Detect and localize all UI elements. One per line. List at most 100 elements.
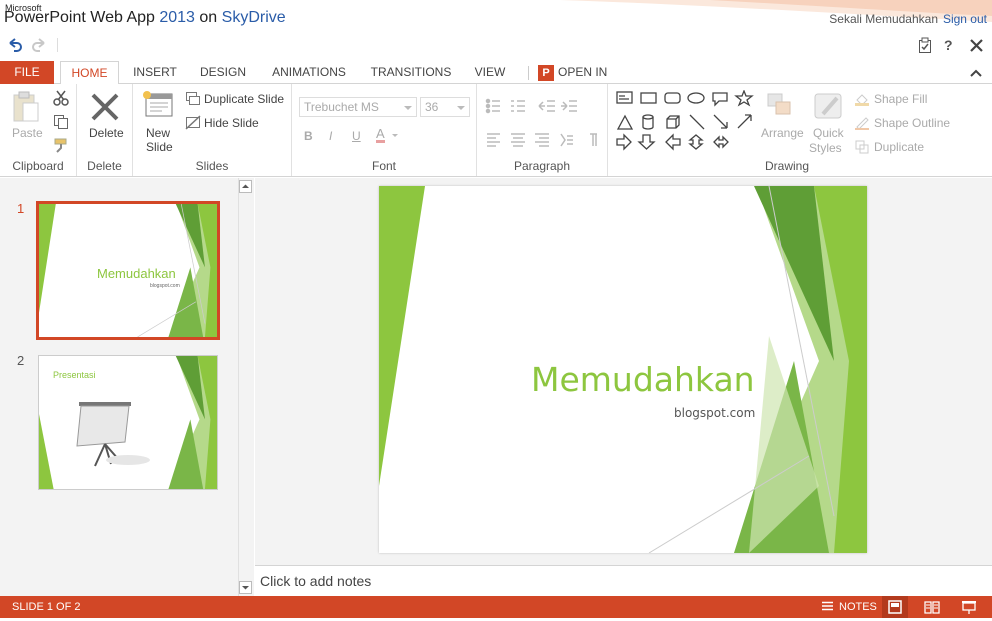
sign-out-link[interactable]: Sign out — [943, 12, 987, 26]
font-size-select[interactable]: 36 — [420, 97, 470, 117]
paragraph-tools[interactable] — [485, 98, 605, 156]
shape-outline-button[interactable]: Shape Outline — [874, 116, 950, 130]
duplicate-slide-icon[interactable] — [185, 91, 201, 107]
shapes-gallery[interactable] — [615, 90, 765, 160]
app-year: 2013 — [159, 9, 195, 26]
format-painter-icon[interactable] — [53, 138, 69, 154]
scroll-up-button[interactable] — [239, 180, 252, 193]
editing-view-button[interactable] — [882, 596, 908, 618]
user-name[interactable]: Sekali Memudahkan — [829, 12, 938, 26]
shape-fill-icon[interactable] — [855, 92, 869, 106]
collapse-ribbon-icon[interactable] — [970, 69, 982, 77]
tab-home[interactable]: HOME — [60, 61, 119, 85]
tab-insert[interactable]: INSERT — [126, 61, 184, 84]
bold-button[interactable]: B — [304, 129, 313, 143]
reading-view-icon[interactable] — [924, 600, 940, 614]
slide-number-2: 2 — [17, 353, 25, 368]
tab-design[interactable]: DESIGN — [193, 61, 253, 84]
redo-icon[interactable] — [31, 38, 47, 52]
qat-divider — [57, 38, 58, 52]
shape-fill-button[interactable]: Shape Fill — [874, 92, 927, 106]
notes-toggle[interactable]: NOTES — [839, 601, 877, 613]
tab-view[interactable]: VIEW — [466, 61, 514, 84]
hide-slide-icon[interactable] — [185, 115, 201, 131]
slide-thumbnail-2[interactable]: Presentasi — [38, 355, 218, 490]
cut-icon[interactable] — [53, 90, 69, 106]
slide-show-icon[interactable] — [961, 600, 977, 614]
thumbnail-scrollbar[interactable] — [238, 178, 254, 596]
status-bar: SLIDE 1 OF 2 NOTES — [0, 596, 992, 618]
group-label-font: Font — [371, 159, 396, 173]
notes-pane[interactable]: Click to add notes — [255, 565, 992, 596]
tab-divider — [528, 66, 529, 80]
projector-screen-icon — [76, 402, 150, 467]
group-label-clipboard: Clipboard — [12, 159, 64, 173]
new-slide-label-1[interactable]: New — [146, 126, 170, 140]
duplicate-shape-icon[interactable] — [855, 140, 869, 154]
ribbon: Paste Clipboard Delete Delete New Slide … — [0, 84, 992, 177]
hide-slide-button[interactable]: Hide Slide — [204, 116, 259, 130]
powerpoint-icon[interactable]: P — [538, 65, 554, 81]
group-label-slides: Slides — [195, 159, 229, 173]
quick-access-toolbar: ? — [0, 34, 992, 58]
app-title: PowerPoint Web App 2013 on SkyDrive — [4, 9, 286, 27]
delete-icon[interactable] — [90, 92, 120, 122]
copy-icon[interactable] — [53, 114, 69, 130]
shape-outline-icon[interactable] — [855, 116, 869, 130]
thumb-2-title: Presentasi — [53, 370, 96, 380]
on-word: on — [199, 9, 218, 26]
delete-button[interactable]: Delete — [89, 126, 124, 140]
chevron-down-icon — [242, 586, 249, 590]
group-clipboard: Paste Clipboard — [0, 84, 77, 176]
new-slide-label-2[interactable]: Slide — [146, 140, 173, 154]
tab-open-in-powerpoint[interactable]: OPEN IN POWERPOINT — [558, 61, 688, 102]
slide-thumbnail-pane: 1 Memudahkan blogspot.com 2 Presentasi — [0, 178, 254, 596]
underline-button[interactable]: U — [352, 129, 361, 143]
slide-counter: SLIDE 1 OF 2 — [12, 601, 81, 613]
notes-icon[interactable] — [821, 601, 834, 613]
slide-number-1: 1 — [17, 201, 25, 216]
arrange-button[interactable]: Arrange — [761, 126, 804, 140]
group-delete: Delete Delete — [77, 84, 133, 176]
duplicate-shape-button[interactable]: Duplicate — [874, 140, 924, 154]
slide-thumbnail-1[interactable]: Memudahkan blogspot.com — [36, 201, 220, 340]
service-link[interactable]: SkyDrive — [222, 9, 286, 26]
italic-button[interactable]: I — [329, 129, 332, 143]
arrange-icon[interactable] — [766, 92, 798, 122]
title-bar: Microsoft PowerPoint Web App 2013 on Sky… — [0, 0, 992, 34]
thumb-1-title: Memudahkan — [97, 266, 176, 281]
group-label-drawing: Drawing — [764, 159, 809, 173]
chevron-up-icon — [242, 184, 249, 188]
tab-animations[interactable]: ANIMATIONS — [263, 61, 355, 84]
group-font: Trebuchet MS 36 B I U A Font — [292, 84, 477, 176]
app-name: PowerPoint Web App — [4, 9, 155, 26]
tab-file[interactable]: FILE — [0, 61, 54, 84]
font-color-button[interactable]: A — [376, 127, 385, 143]
quick-styles-label-1[interactable]: Quick — [813, 126, 844, 140]
scroll-down-button[interactable] — [239, 581, 252, 594]
undo-icon[interactable] — [7, 38, 23, 52]
group-slides: New Slide Duplicate Slide Hide Slide Sli… — [133, 84, 292, 176]
thumb-1-subtitle: blogspot.com — [150, 283, 180, 289]
duplicate-slide-button[interactable]: Duplicate Slide — [204, 92, 284, 106]
quick-styles-icon[interactable] — [813, 90, 845, 122]
editing-view-icon — [888, 600, 902, 614]
group-label-paragraph: Paragraph — [513, 159, 571, 173]
help-icon[interactable]: ? — [944, 37, 953, 53]
slide-title[interactable]: Memudahkan — [531, 360, 755, 399]
group-paragraph: Paragraph — [477, 84, 608, 176]
group-drawing: Arrange Quick Styles Shape Fill Shape Ou… — [608, 84, 966, 176]
quick-styles-label-2[interactable]: Styles — [809, 141, 842, 155]
slide-subtitle[interactable]: blogspot.com — [674, 406, 755, 420]
font-color-dropdown-icon[interactable] — [392, 134, 398, 140]
current-slide-canvas[interactable]: Memudahkan blogspot.com — [379, 186, 867, 553]
paste-label[interactable]: Paste — [12, 126, 43, 140]
ribbon-tabs: FILE HOME INSERT DESIGN ANIMATIONS TRANS… — [0, 61, 992, 102]
close-icon[interactable] — [970, 39, 983, 52]
group-label-delete: Delete — [87, 159, 122, 173]
paste-icon[interactable] — [12, 91, 40, 123]
clipboard-check-icon[interactable] — [918, 37, 932, 54]
new-slide-icon[interactable] — [142, 90, 174, 120]
font-family-select[interactable]: Trebuchet MS — [299, 97, 417, 117]
tab-transitions[interactable]: TRANSITIONS — [365, 61, 457, 84]
